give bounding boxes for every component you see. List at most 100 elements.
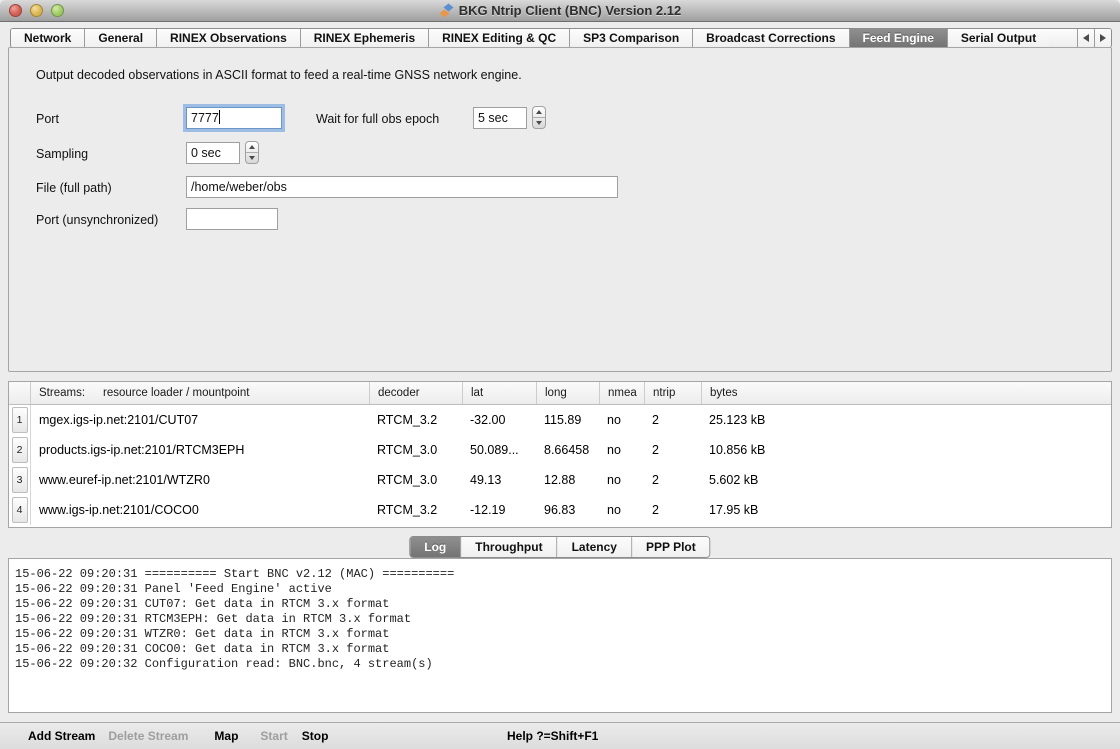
col-header-long[interactable]: long: [536, 382, 599, 404]
main-tab-bar: Network General RINEX Observations RINEX…: [10, 28, 1112, 48]
text-cursor: [219, 110, 220, 124]
port-unsync-input[interactable]: [186, 208, 278, 230]
tab-scroll-right-button[interactable]: [1094, 29, 1111, 47]
file-path-label: File (full path): [36, 181, 112, 195]
tab-ppp-plot[interactable]: PPP Plot: [632, 537, 710, 557]
stop-button[interactable]: Stop: [302, 729, 329, 743]
cell-nmea: no: [599, 473, 644, 487]
cell-nmea: no: [599, 503, 644, 517]
cell-ntrip: 2: [644, 473, 701, 487]
tab-rinex-editing-qc[interactable]: RINEX Editing & QC: [429, 29, 570, 47]
feed-engine-panel: Output decoded observations in ASCII for…: [8, 47, 1112, 372]
cell-long: 96.83: [536, 503, 599, 517]
streams-table-header: Streams:resource loader / mountpoint dec…: [9, 382, 1111, 405]
cell-long: 8.66458: [536, 443, 599, 457]
log-tab-bar: Log Throughput Latency PPP Plot: [409, 536, 710, 558]
log-output[interactable]: 15-06-22 09:20:31 ========== Start BNC v…: [8, 558, 1112, 713]
table-row[interactable]: 4 www.igs-ip.net:2101/COCO0 RTCM_3.2 -12…: [9, 495, 1111, 525]
wait-epoch-input[interactable]: 5 sec: [473, 107, 527, 129]
cell-lat: -32.00: [462, 413, 536, 427]
tab-scroll-left-button[interactable]: [1077, 29, 1094, 47]
stepper-up-icon[interactable]: [246, 142, 258, 153]
cell-mountpoint: www.igs-ip.net:2101/COCO0: [31, 503, 369, 517]
cell-bytes: 25.123 kB: [701, 413, 1111, 427]
tab-feed-engine[interactable]: Feed Engine: [850, 29, 948, 47]
row-number[interactable]: 2: [9, 435, 31, 465]
tab-rinex-observations[interactable]: RINEX Observations: [157, 29, 301, 47]
col-header-ntrip[interactable]: ntrip: [644, 382, 701, 404]
table-row[interactable]: 2 products.igs-ip.net:2101/RTCM3EPH RTCM…: [9, 435, 1111, 465]
tab-general[interactable]: General: [85, 29, 157, 47]
wait-epoch-label: Wait for full obs epoch: [316, 112, 439, 126]
cell-ntrip: 2: [644, 413, 701, 427]
cell-decoder: RTCM_3.0: [369, 443, 462, 457]
cell-lat: 49.13: [462, 473, 536, 487]
log-line: 15-06-22 09:20:31 CUT07: Get data in RTC…: [15, 597, 1105, 612]
log-line: 15-06-22 09:20:31 COCO0: Get data in RTC…: [15, 642, 1105, 657]
cell-nmea: no: [599, 443, 644, 457]
tab-serial-output[interactable]: Serial Output: [948, 29, 1049, 47]
col-header-mountpoint[interactable]: Streams:resource loader / mountpoint: [31, 382, 369, 404]
chevron-left-icon: [1083, 34, 1089, 42]
stepper-down-icon[interactable]: [533, 118, 545, 128]
stepper-down-icon[interactable]: [246, 153, 258, 163]
cell-ntrip: 2: [644, 503, 701, 517]
start-button: Start: [260, 729, 287, 743]
sampling-label: Sampling: [36, 147, 88, 161]
cell-mountpoint: products.igs-ip.net:2101/RTCM3EPH: [31, 443, 369, 457]
port-input[interactable]: 7777: [186, 107, 282, 129]
col-header-lat[interactable]: lat: [462, 382, 536, 404]
file-path-input[interactable]: /home/weber/obs: [186, 176, 618, 198]
add-stream-button[interactable]: Add Stream: [28, 729, 95, 743]
streams-table: Streams:resource loader / mountpoint dec…: [8, 381, 1112, 528]
chevron-right-icon: [1100, 34, 1106, 42]
tab-broadcast-corrections[interactable]: Broadcast Corrections: [693, 29, 849, 47]
cell-long: 115.89: [536, 413, 599, 427]
cell-lat: -12.19: [462, 503, 536, 517]
log-line: 15-06-22 09:20:31 RTCM3EPH: Get data in …: [15, 612, 1105, 627]
row-number[interactable]: 4: [9, 495, 31, 525]
map-button[interactable]: Map: [214, 729, 238, 743]
tab-log[interactable]: Log: [410, 537, 461, 557]
table-row[interactable]: 3 www.euref-ip.net:2101/WTZR0 RTCM_3.0 4…: [9, 465, 1111, 495]
sampling-input[interactable]: 0 sec: [186, 142, 240, 164]
stepper-up-icon[interactable]: [533, 107, 545, 118]
cell-bytes: 10.856 kB: [701, 443, 1111, 457]
port-label: Port: [36, 112, 59, 126]
bottom-toolbar: Add Stream Delete Stream Map Start Stop …: [0, 722, 1120, 749]
log-line: 15-06-22 09:20:31 ========== Start BNC v…: [15, 567, 1105, 582]
cell-decoder: RTCM_3.2: [369, 413, 462, 427]
table-row[interactable]: 1 mgex.igs-ip.net:2101/CUT07 RTCM_3.2 -3…: [9, 405, 1111, 435]
cell-long: 12.88: [536, 473, 599, 487]
tab-network[interactable]: Network: [11, 29, 85, 47]
cell-decoder: RTCM_3.2: [369, 503, 462, 517]
window-title: BKG Ntrip Client (BNC) Version 2.12: [459, 3, 681, 18]
log-line: 15-06-22 09:20:32 Configuration read: BN…: [15, 657, 1105, 672]
header-corner: [9, 382, 31, 404]
delete-stream-button: Delete Stream: [108, 729, 188, 743]
zoom-button[interactable]: [51, 4, 64, 17]
minimize-button[interactable]: [30, 4, 43, 17]
tab-rinex-ephemeris[interactable]: RINEX Ephemeris: [301, 29, 429, 47]
cell-nmea: no: [599, 413, 644, 427]
wait-epoch-stepper[interactable]: [532, 106, 546, 129]
panel-description: Output decoded observations in ASCII for…: [36, 68, 522, 82]
cell-ntrip: 2: [644, 443, 701, 457]
col-header-nmea[interactable]: nmea: [599, 382, 644, 404]
tab-sp3-comparison[interactable]: SP3 Comparison: [570, 29, 693, 47]
cell-decoder: RTCM_3.0: [369, 473, 462, 487]
tab-latency[interactable]: Latency: [558, 537, 632, 557]
close-button[interactable]: [9, 4, 22, 17]
col-header-decoder[interactable]: decoder: [369, 382, 462, 404]
sampling-stepper[interactable]: [245, 141, 259, 164]
log-line: 15-06-22 09:20:31 Panel 'Feed Engine' ac…: [15, 582, 1105, 597]
cell-bytes: 5.602 kB: [701, 473, 1111, 487]
row-number[interactable]: 1: [9, 405, 31, 435]
cell-lat: 50.089...: [462, 443, 536, 457]
col-header-bytes[interactable]: bytes: [701, 382, 1111, 404]
help-shortcut-label: Help ?=Shift+F1: [507, 729, 598, 743]
port-unsync-label: Port (unsynchronized): [36, 213, 158, 227]
cell-mountpoint: www.euref-ip.net:2101/WTZR0: [31, 473, 369, 487]
row-number[interactable]: 3: [9, 465, 31, 495]
tab-throughput[interactable]: Throughput: [461, 537, 557, 557]
